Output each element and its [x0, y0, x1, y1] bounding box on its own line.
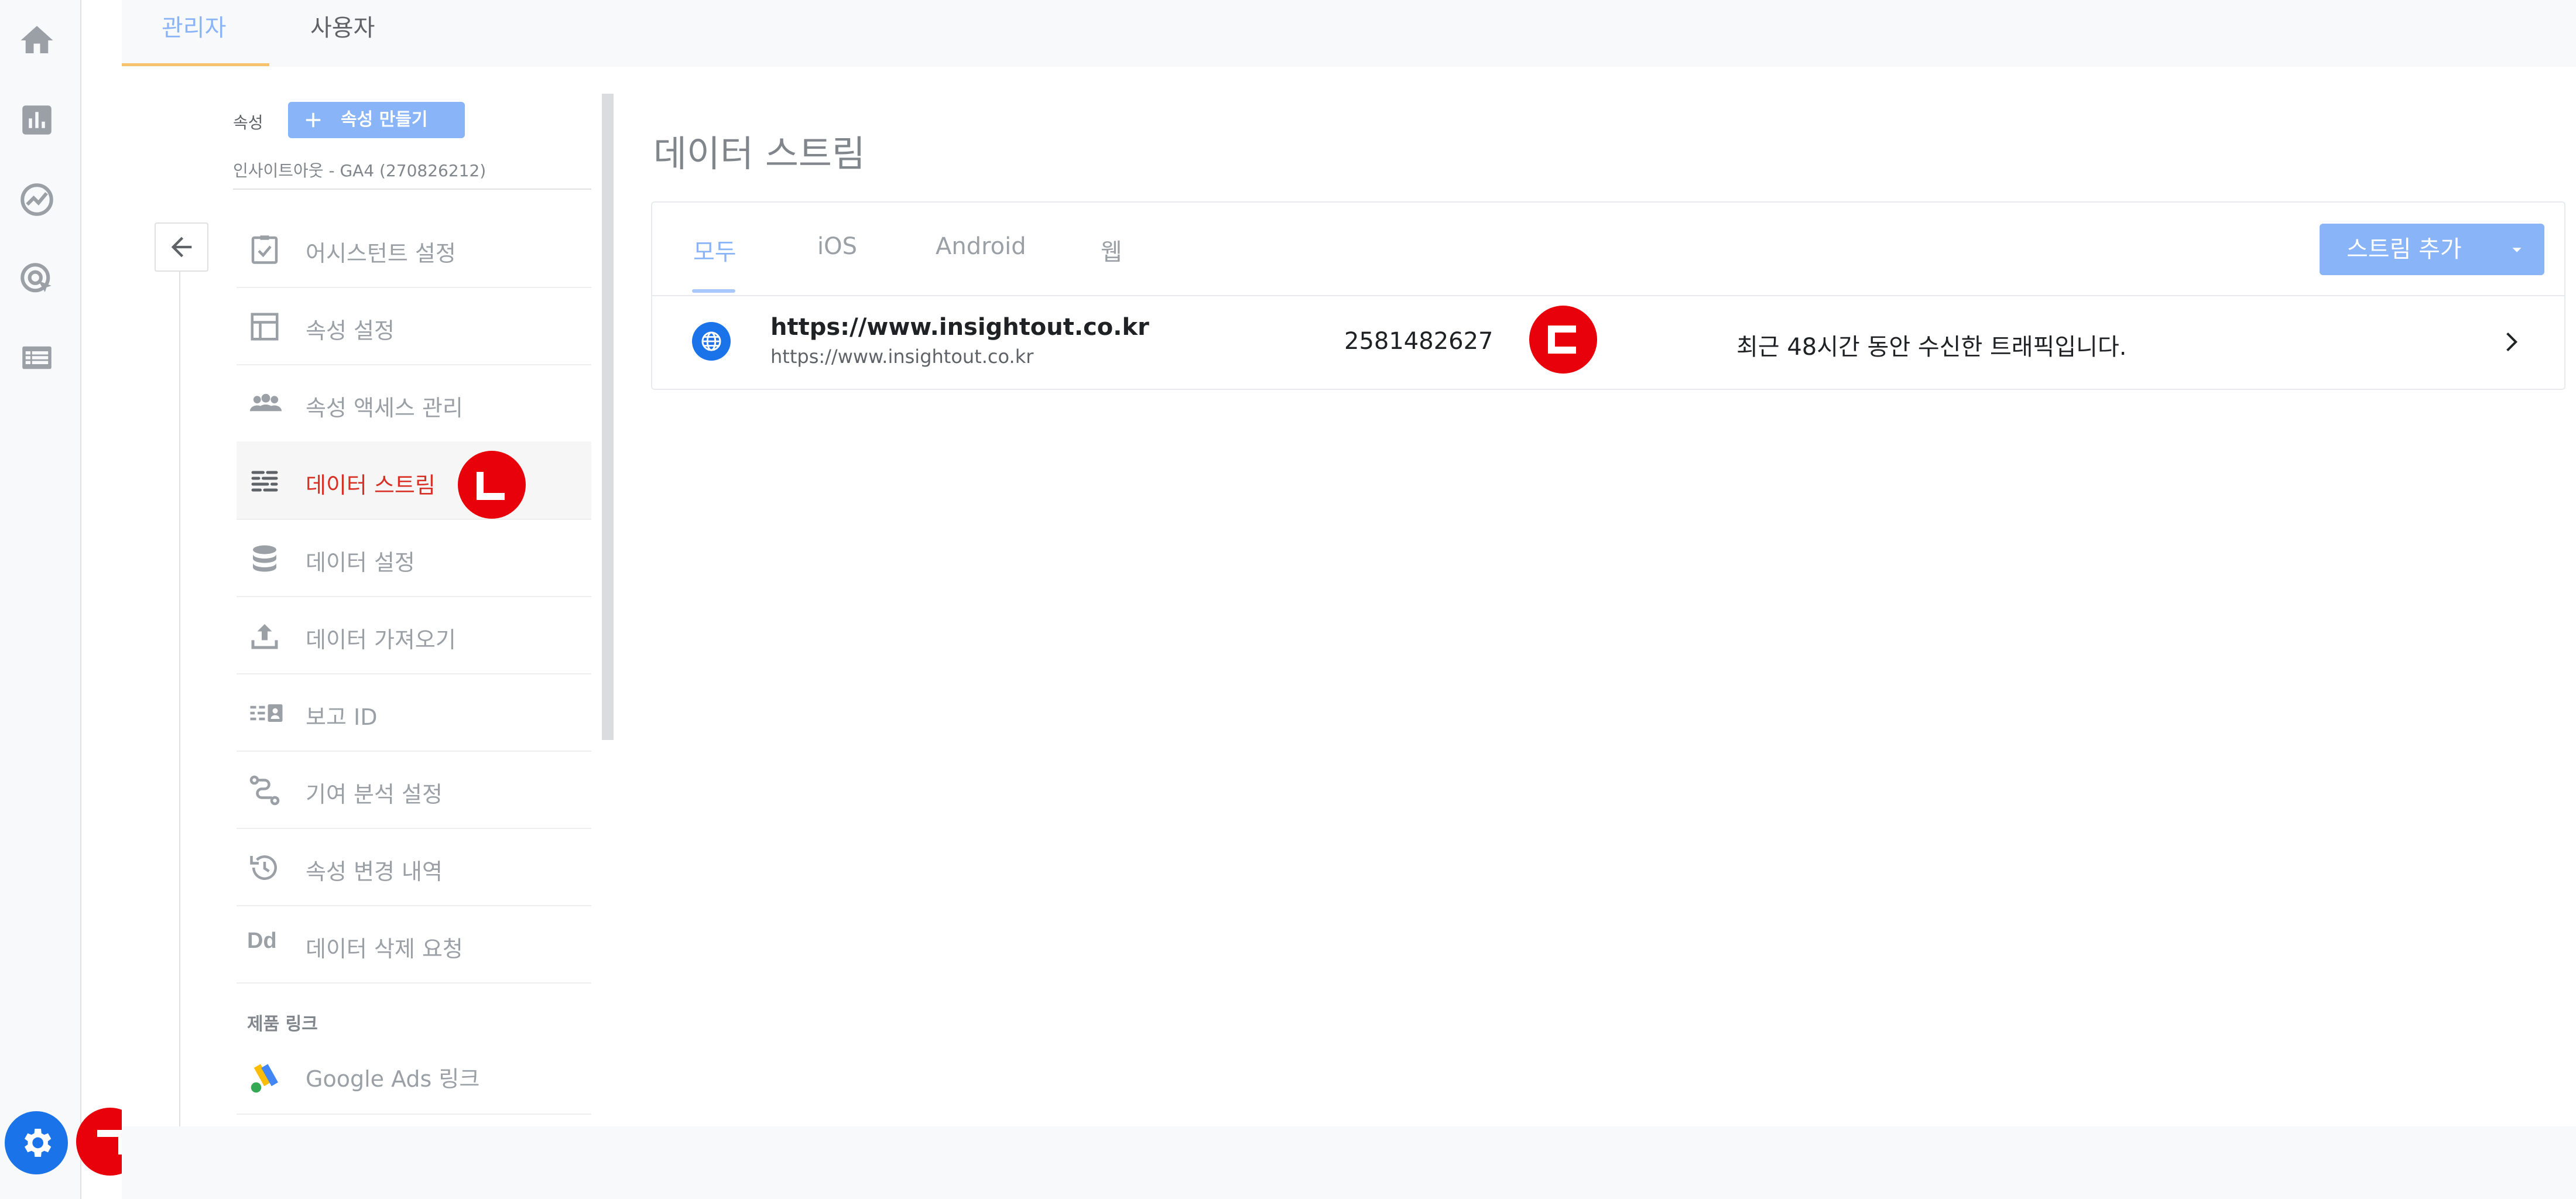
product-links-heading: 제품 링크 — [247, 1014, 318, 1034]
property-name: 인사이트아웃 - GA4 (270826212) — [233, 161, 487, 180]
stream-name: https://www.insightout.co.kr — [770, 314, 1149, 341]
menu-item-label: 속성 액세스 관리 — [306, 395, 463, 421]
marker-digeut — [1529, 306, 1597, 374]
marker-nieun — [458, 451, 526, 519]
home-icon[interactable] — [18, 21, 56, 60]
data-streams-icon — [247, 464, 282, 499]
tab-ios[interactable]: iOS — [817, 233, 857, 260]
tab-web[interactable]: 웹 — [1101, 233, 1122, 267]
menu-item-assistant-settings[interactable]: 어시스턴트 설정 — [237, 210, 591, 288]
people-icon — [247, 386, 282, 422]
google-ads-icon — [247, 1060, 286, 1095]
menu-item-label: 데이터 가져오기 — [306, 627, 456, 653]
menu-item-label: 데이터 설정 — [306, 550, 415, 575]
menu-item-label: 기여 분석 설정 — [306, 782, 443, 807]
reporting-identity-icon — [247, 696, 283, 731]
list-icon[interactable] — [18, 338, 56, 377]
bottom-strip — [122, 1126, 2576, 1199]
gear-icon[interactable] — [5, 1111, 68, 1174]
menu-item-data-import[interactable]: 데이터 가져오기 — [237, 596, 591, 674]
tab-admin[interactable]: 관리자 — [162, 0, 226, 67]
menu-item-access-management[interactable]: 속성 액세스 관리 — [237, 364, 591, 443]
layout-icon — [247, 309, 282, 344]
page-title: 데이터 스트림 — [653, 132, 865, 175]
menu-item-attribution-settings[interactable]: 기여 분석 설정 — [237, 751, 591, 829]
chevron-right-icon[interactable] — [2496, 328, 2524, 356]
advertising-icon[interactable] — [18, 260, 56, 299]
add-stream-label: 스트림 추가 — [2347, 236, 2462, 263]
stream-status: 최근 48시간 동안 수신한 트래픽입니다. — [1736, 334, 2127, 361]
stream-id: 2581482627 — [1344, 328, 1493, 355]
stream-url: https://www.insightout.co.kr — [770, 345, 1034, 368]
admin-tab-bar: 관리자 사용자 — [122, 0, 2576, 67]
active-tab-underline — [122, 63, 269, 66]
assistant-checklist-icon — [247, 232, 282, 267]
menu-item-label: 속성 설정 — [306, 318, 395, 344]
menu-item-label: Google Ads 링크 — [306, 1066, 480, 1092]
upload-icon — [247, 618, 282, 653]
active-tab-underline — [692, 289, 735, 293]
create-property-button[interactable]: 속성 만들기 — [288, 102, 465, 138]
database-icon — [247, 541, 282, 576]
menu-item-data-deletion[interactable]: Dd 데이터 삭제 요청 — [237, 905, 591, 984]
menu-item-change-history[interactable]: 속성 변경 내역 — [237, 828, 591, 906]
plus-icon — [301, 108, 326, 132]
menu-item-google-ads-links[interactable]: Google Ads 링크 — [237, 1042, 591, 1115]
menu-item-reporting-id[interactable]: 보고 ID — [237, 673, 591, 752]
tab-android[interactable]: Android — [936, 233, 1026, 260]
left-nav-rail — [0, 0, 81, 1199]
menu-item-label: 어시스턴트 설정 — [306, 241, 456, 266]
dd-icon: Dd — [247, 929, 277, 953]
caret-down-icon — [2508, 241, 2526, 259]
menu-item-data-settings[interactable]: 데이터 설정 — [237, 519, 591, 597]
globe-icon — [692, 322, 731, 361]
tree-line — [179, 270, 180, 1126]
menu-item-label: 속성 변경 내역 — [306, 859, 443, 885]
property-label: 속성 — [233, 113, 263, 132]
back-button[interactable] — [155, 222, 208, 272]
explore-icon[interactable] — [18, 180, 56, 219]
tab-user[interactable]: 사용자 — [310, 0, 375, 67]
menu-item-label: 데이터 스트림 — [306, 472, 436, 498]
divider — [233, 189, 591, 190]
stream-row[interactable]: https://www.insightout.co.kr https://www… — [652, 296, 2564, 388]
menu-item-property-settings[interactable]: 속성 설정 — [237, 287, 591, 365]
menu-item-label: 보고 ID — [306, 704, 378, 730]
history-icon — [247, 850, 282, 885]
streams-card: 모두 iOS Android 웹 스트림 추가 https://www.insi… — [651, 201, 2565, 390]
add-stream-button[interactable]: 스트림 추가 — [2320, 224, 2544, 275]
menu-item-data-streams[interactable]: 데이터 스트림 — [237, 441, 591, 520]
create-property-label: 속성 만들기 — [341, 109, 428, 130]
bar-chart-icon[interactable] — [18, 101, 56, 139]
attribution-icon — [247, 773, 282, 808]
tab-all[interactable]: 모두 — [693, 233, 737, 267]
menu-item-label: 데이터 삭제 요청 — [306, 936, 463, 962]
panel-scrollbar[interactable] — [602, 94, 614, 740]
